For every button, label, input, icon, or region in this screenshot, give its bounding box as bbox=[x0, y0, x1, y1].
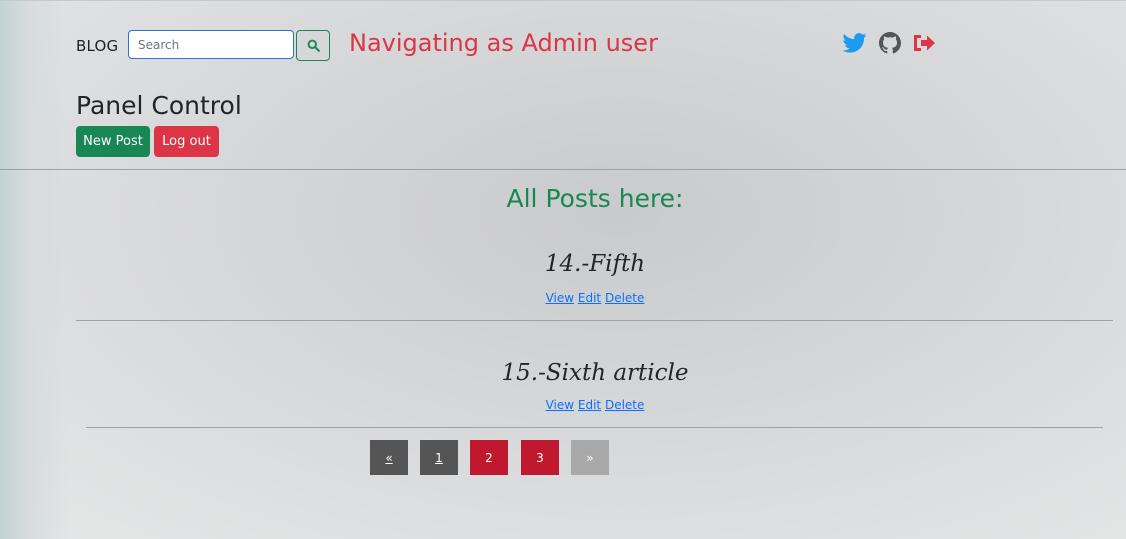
post-divider bbox=[76, 320, 1113, 321]
github-link[interactable] bbox=[878, 31, 902, 55]
search-icon bbox=[307, 39, 320, 52]
page-title: Panel Control bbox=[76, 91, 242, 120]
page-number: 2 bbox=[485, 450, 493, 465]
github-icon bbox=[879, 32, 901, 54]
delete-link[interactable]: Delete bbox=[605, 291, 644, 305]
top-border bbox=[0, 0, 1126, 1]
pagination-page-1[interactable]: 1 bbox=[420, 440, 458, 475]
logout-link[interactable] bbox=[912, 31, 936, 55]
post-actions: View Edit Delete bbox=[0, 291, 1126, 305]
next-label: » bbox=[586, 450, 594, 465]
edit-link[interactable]: Edit bbox=[578, 398, 601, 412]
delete-link[interactable]: Delete bbox=[605, 398, 644, 412]
search-input[interactable] bbox=[128, 30, 294, 59]
pagination-next[interactable]: » bbox=[571, 440, 609, 475]
sign-out-icon bbox=[914, 35, 935, 51]
pagination-page-2[interactable]: 2 bbox=[470, 440, 508, 475]
post-divider bbox=[86, 427, 1103, 428]
pagination-page-3[interactable]: 3 bbox=[521, 440, 559, 475]
post-title: 14.-Fifth bbox=[544, 251, 646, 277]
new-post-button[interactable]: New Post bbox=[76, 126, 150, 157]
twitter-link[interactable] bbox=[843, 31, 867, 55]
page-number: 3 bbox=[536, 450, 544, 465]
twitter-icon bbox=[843, 33, 867, 53]
logout-button[interactable]: Log out bbox=[154, 126, 219, 157]
admin-status-message: Navigating as Admin user bbox=[349, 29, 658, 57]
search-button[interactable] bbox=[296, 30, 330, 61]
post-title: 15.-Sixth article bbox=[501, 360, 689, 386]
edit-link[interactable]: Edit bbox=[578, 291, 601, 305]
view-link[interactable]: View bbox=[546, 291, 574, 305]
brand-link[interactable]: BLOG bbox=[76, 37, 118, 55]
posts-heading: All Posts here: bbox=[506, 184, 684, 213]
post-actions: View Edit Delete bbox=[0, 398, 1126, 412]
prev-label: « bbox=[385, 450, 393, 465]
page-number: 1 bbox=[435, 450, 443, 465]
view-link[interactable]: View bbox=[546, 398, 574, 412]
section-divider bbox=[0, 169, 1126, 170]
pagination-prev[interactable]: « bbox=[370, 440, 408, 475]
